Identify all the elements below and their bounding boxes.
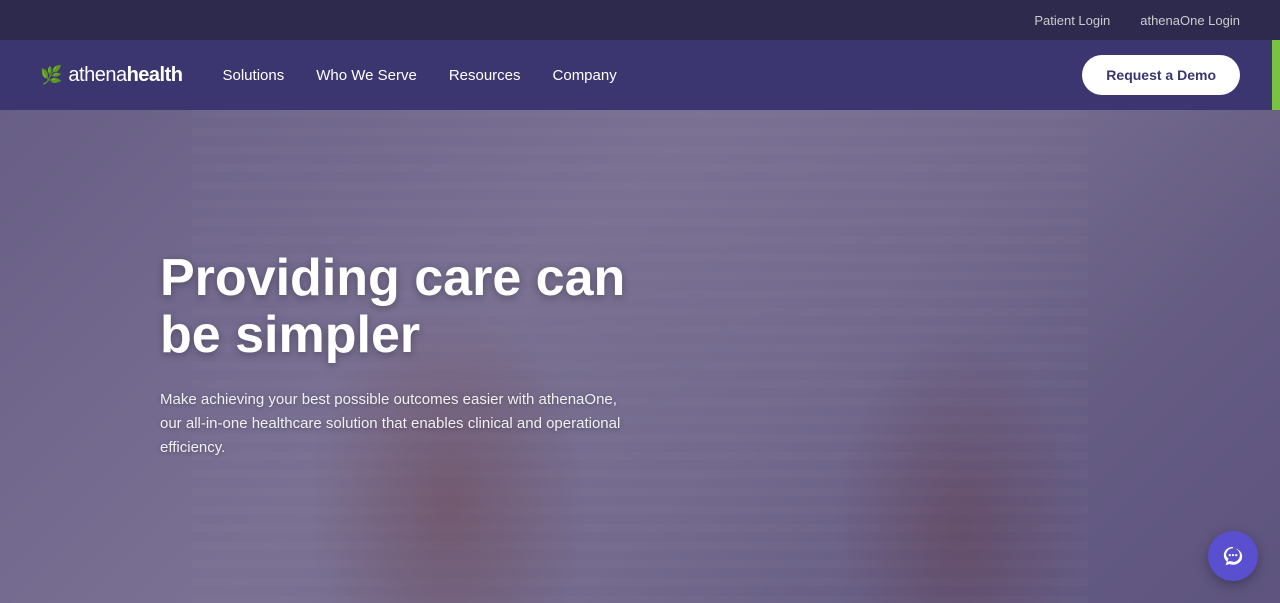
chat-button[interactable] bbox=[1208, 531, 1258, 581]
nav-company[interactable]: Company bbox=[553, 67, 617, 84]
nav-who-we-serve[interactable]: Who We Serve bbox=[316, 67, 417, 84]
patient-login-link[interactable]: Patient Login bbox=[1034, 13, 1110, 28]
hero-subtitle: Make achieving your best possible outcom… bbox=[160, 388, 630, 460]
navbar: 🌿 athenahealth Solutions Who We Serve Re… bbox=[0, 40, 1280, 110]
hero-title: Providing care can be simpler bbox=[160, 250, 680, 364]
logo-text: athenahealth bbox=[68, 64, 182, 87]
logo-leaf-icon: 🌿 bbox=[40, 65, 62, 86]
hero-section: Providing care can be simpler Make achie… bbox=[0, 110, 1280, 603]
logo-suffix: health bbox=[127, 64, 183, 86]
nav-links: Solutions Who We Serve Resources Company bbox=[223, 67, 1083, 84]
top-bar: Patient Login athenaOne Login bbox=[0, 0, 1280, 40]
logo[interactable]: 🌿 athenahealth bbox=[40, 64, 183, 87]
nav-resources[interactable]: Resources bbox=[449, 67, 521, 84]
request-demo-button[interactable]: Request a Demo bbox=[1082, 55, 1240, 95]
hero-content: Providing care can be simpler Make achie… bbox=[160, 250, 680, 460]
nav-solutions[interactable]: Solutions bbox=[223, 67, 285, 84]
logo-prefix: athena bbox=[68, 64, 126, 86]
chat-icon bbox=[1222, 545, 1244, 567]
right-accent-bar bbox=[1272, 40, 1280, 110]
athenaone-login-link[interactable]: athenaOne Login bbox=[1140, 13, 1240, 28]
